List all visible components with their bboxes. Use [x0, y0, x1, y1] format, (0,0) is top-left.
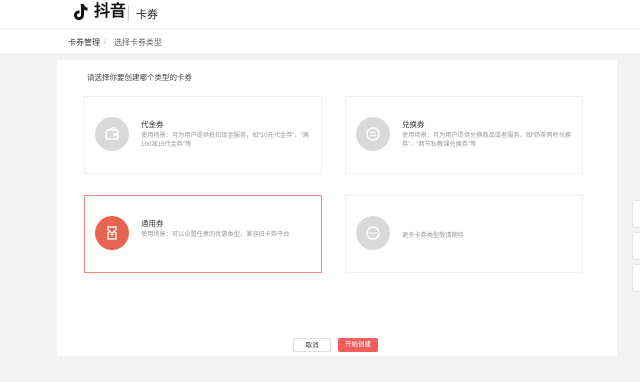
wallet-icon: [95, 117, 129, 151]
cancel-button[interactable]: 取消: [293, 338, 331, 352]
app-logo[interactable]: 抖音: [70, 2, 126, 22]
logo-text: 抖音: [94, 3, 127, 20]
breadcrumb-current: 选择卡券类型: [114, 38, 162, 47]
card-option-exchange-voucher[interactable]: 兑换券 使用场景：可为用户提供兑换商品或者服务，如“奶茶两杯兑换券”、“两节私教…: [345, 96, 583, 174]
card-option-general-voucher[interactable]: 通用券 使用场景：可以设置任意的优惠类型，兼容旧卡券平台: [84, 195, 322, 273]
card-title: 兑换券: [402, 120, 425, 129]
card-title: 通用券: [141, 219, 164, 228]
card-type-panel: 请选择你要创建哪个类型的卡券 代金券 使用场景：可为用户提供抵扣现金服务，如“1…: [57, 60, 617, 356]
more-icon: [356, 216, 390, 250]
voucher-icon: [95, 216, 129, 250]
card-description: 使用场景：可为用户提供兑换商品或者服务，如“奶茶两杯兑换券”、“两节私教课兑换券…: [402, 132, 572, 148]
coming-soon-text: 更多卡券类型敬请期待: [402, 232, 464, 239]
breadcrumb: 卡券管理 / 选择卡券类型: [0, 29, 640, 53]
top-bar: 抖音 卡券: [0, 0, 640, 29]
douyin-logo-icon: [74, 4, 88, 20]
card-option-cash-voucher[interactable]: 代金券 使用场景：可为用户提供抵扣现金服务，如“10元代金券”、“满100减15…: [84, 96, 322, 174]
section-title: 卡券: [136, 9, 158, 21]
side-tab[interactable]: [632, 200, 640, 228]
card-option-more: 更多卡券类型敬请期待: [345, 195, 583, 273]
card-title: 代金券: [141, 120, 164, 129]
page-prompt: 请选择你要创建哪个类型的卡券: [87, 73, 192, 82]
action-bar: 取消 开始创建: [0, 338, 640, 352]
exchange-icon: [356, 117, 390, 151]
card-description: 使用场景：可为用户提供抵扣现金服务，如“10元代金券”、“满100减15代金券”…: [141, 132, 309, 148]
breadcrumb-divider: /: [104, 37, 107, 46]
breadcrumb-card-management[interactable]: 卡券管理: [68, 37, 100, 48]
side-tab[interactable]: [632, 264, 640, 292]
header-divider: [128, 5, 129, 21]
card-description: 使用场景：可以设置任意的优惠类型，兼容旧卡券平台: [141, 231, 290, 238]
side-tab[interactable]: [632, 232, 640, 260]
start-create-button[interactable]: 开始创建: [338, 338, 378, 352]
